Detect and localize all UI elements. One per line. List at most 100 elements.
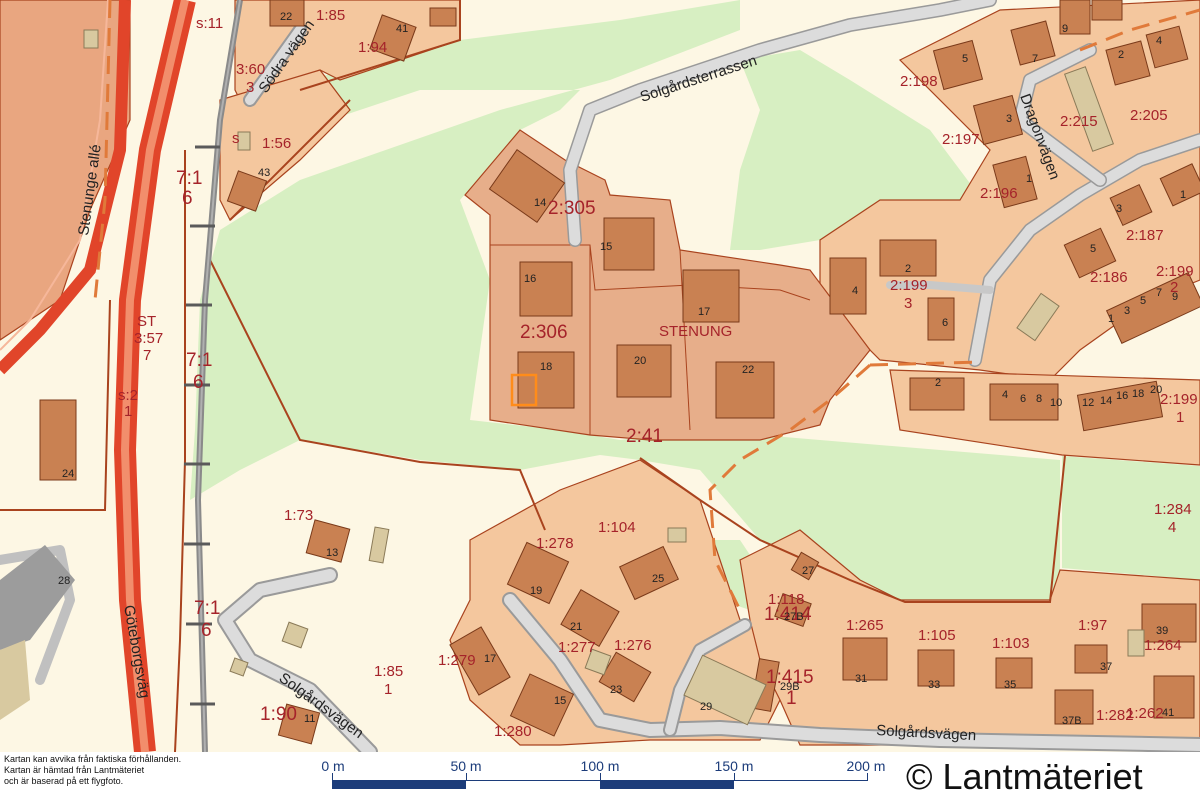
plot-label-p-2215: 2:215 bbox=[1060, 113, 1098, 130]
house-number-h20b: 20 bbox=[1150, 384, 1162, 396]
plot-label-p-s: s bbox=[232, 130, 240, 147]
plot-label-p-1851b: 1 bbox=[384, 681, 392, 698]
house-number-h7b: 7 bbox=[1156, 287, 1162, 299]
house-number-h5b: 5 bbox=[1090, 243, 1096, 255]
plot-label-p-1103: 1:103 bbox=[992, 635, 1030, 652]
house-number-h31: 31 bbox=[855, 673, 867, 685]
house-number-h8: 8 bbox=[1036, 393, 1042, 405]
house-number-h14b: 14 bbox=[1100, 395, 1112, 407]
house-number-h22a: 22 bbox=[280, 11, 292, 23]
house-number-h18b: 18 bbox=[1132, 388, 1144, 400]
plot-label-p-1276: 1:276 bbox=[614, 637, 652, 654]
plot-label-p-1264: 1:264 bbox=[1144, 637, 1182, 654]
house-number-h16b: 16 bbox=[1116, 390, 1128, 402]
plot-label-p-1104: 1:104 bbox=[598, 519, 636, 536]
house-number-h1c: 1 bbox=[1108, 313, 1114, 325]
plot-label-p-1277: 1:277 bbox=[558, 639, 596, 656]
scale-bar bbox=[332, 773, 868, 789]
copyright-label: © Lantmäteriet bbox=[906, 756, 1143, 797]
house-number-h27: 27 bbox=[802, 565, 814, 577]
plot-label-p-1284a: 1:284 bbox=[1154, 501, 1192, 518]
house-number-h35: 35 bbox=[1004, 679, 1016, 691]
map-view[interactable]: Stenunge allé Södra vägen Solgårdsterras… bbox=[0, 0, 1200, 752]
scale-label-200: 200 m bbox=[846, 758, 886, 774]
house-number-h17b: 17 bbox=[484, 653, 496, 665]
plot-label-p-360a: 3:60 bbox=[236, 61, 265, 78]
plot-label-p-s2b: 1 bbox=[124, 403, 132, 420]
disclaimer-line-1: Kartan kan avvika från faktiska förhålla… bbox=[4, 754, 182, 764]
plot-label-p-2187: 2:187 bbox=[1126, 227, 1164, 244]
plot-label-p-156: 1:56 bbox=[262, 135, 291, 152]
house-number-h37: 37 bbox=[1100, 661, 1112, 673]
plot-label-p-2196: 2:196 bbox=[980, 185, 1018, 202]
plot-label-p-241: 2:41 bbox=[626, 426, 663, 447]
house-number-h5c: 5 bbox=[1140, 295, 1146, 307]
plot-label-p-71a: 7:1 bbox=[176, 168, 202, 189]
house-number-h13: 13 bbox=[326, 547, 338, 559]
plot-label-p-1851a: 1:85 bbox=[374, 663, 403, 680]
house-number-h20a: 20 bbox=[634, 355, 646, 367]
plot-label-p-360b: 3 bbox=[246, 79, 254, 96]
plot-label-p-1278: 1:278 bbox=[536, 535, 574, 552]
house-number-h9b: 9 bbox=[1172, 291, 1178, 303]
house-number-h9: 9 bbox=[1062, 23, 1068, 35]
plot-label-p-2198: 2:198 bbox=[900, 73, 938, 90]
plot-label-p-s11: s:11 bbox=[196, 15, 223, 32]
house-number-h6a: 6 bbox=[942, 317, 948, 329]
plot-label-p-1280: 1:280 bbox=[494, 723, 532, 740]
scale-label-150: 150 m bbox=[714, 758, 754, 774]
house-number-h4a: 4 bbox=[1156, 35, 1162, 47]
scale-label-100: 100 m bbox=[580, 758, 620, 774]
plot-label-p-1284b: 4 bbox=[1168, 519, 1176, 536]
house-number-h16: 16 bbox=[524, 273, 536, 285]
plot-label-p-1279: 1:279 bbox=[438, 652, 476, 669]
plot-label-p-2305: 2:305 bbox=[548, 198, 596, 219]
plot-label-p-1262: 1:262 bbox=[1126, 705, 1164, 722]
house-number-h23: 23 bbox=[610, 684, 622, 696]
house-number-h7: 7 bbox=[1032, 53, 1038, 65]
house-number-h12: 12 bbox=[1082, 397, 1094, 409]
house-number-h27b: 27B bbox=[784, 611, 804, 623]
plot-label-p-71b: 6 bbox=[182, 188, 193, 209]
plot-label-p-1265: 1:265 bbox=[846, 617, 884, 634]
house-number-h41: 41 bbox=[396, 23, 408, 35]
plot-label-p-2199b: 3 bbox=[904, 295, 912, 312]
house-number-h24: 24 bbox=[62, 468, 74, 480]
map-footer: Kartan kan avvika från faktiska förhålla… bbox=[0, 752, 1200, 800]
plot-label-p-st1: ST bbox=[137, 313, 156, 330]
plot-label-p-185: 1:85 bbox=[316, 7, 345, 24]
plot-label-p-st3: 7 bbox=[143, 347, 151, 364]
plot-label-p-st2: 3:57 bbox=[134, 330, 163, 347]
house-number-h33: 33 bbox=[928, 679, 940, 691]
house-number-h6b: 6 bbox=[1020, 393, 1026, 405]
plot-label-p-2199c: 2:199 bbox=[1156, 263, 1194, 280]
house-number-h4b: 4 bbox=[852, 285, 858, 297]
house-number-h15b: 15 bbox=[554, 695, 566, 707]
house-number-h2a: 2 bbox=[1118, 49, 1124, 61]
house-number-h11: 11 bbox=[304, 713, 315, 725]
house-number-h37b: 37B bbox=[1062, 715, 1082, 727]
house-number-h2c: 2 bbox=[935, 377, 941, 389]
plot-label-p-2186: 2:186 bbox=[1090, 269, 1128, 286]
house-number-h19: 19 bbox=[530, 585, 542, 597]
plot-label-p-1105: 1:105 bbox=[918, 627, 956, 644]
house-number-h5a: 5 bbox=[962, 53, 968, 65]
plot-label-p-2205: 2:205 bbox=[1130, 107, 1168, 124]
house-number-h28: 28 bbox=[58, 575, 70, 587]
house-number-h22b: 22 bbox=[742, 364, 754, 376]
plot-label-p-194: 1:94 bbox=[358, 39, 387, 56]
house-number-h3a: 3 bbox=[1006, 113, 1012, 125]
house-number-h21: 21 bbox=[570, 621, 582, 633]
plot-label-p-2199a: 2:199 bbox=[890, 277, 928, 294]
plot-label-p-173: 1:73 bbox=[284, 507, 313, 524]
house-number-h39: 39 bbox=[1156, 625, 1168, 637]
house-number-h25: 25 bbox=[652, 573, 664, 585]
plot-label-p-73b: 6 bbox=[201, 620, 212, 641]
house-number-h41b: 41 bbox=[1162, 707, 1174, 719]
scale-label-50: 50 m bbox=[450, 758, 482, 774]
plot-label-p-190: 1:90 bbox=[260, 704, 297, 725]
scale-label-0: 0 m bbox=[321, 758, 345, 774]
house-number-h15a: 15 bbox=[600, 241, 612, 253]
house-number-h3c: 3 bbox=[1124, 305, 1130, 317]
house-number-h17a: 17 bbox=[698, 306, 710, 318]
